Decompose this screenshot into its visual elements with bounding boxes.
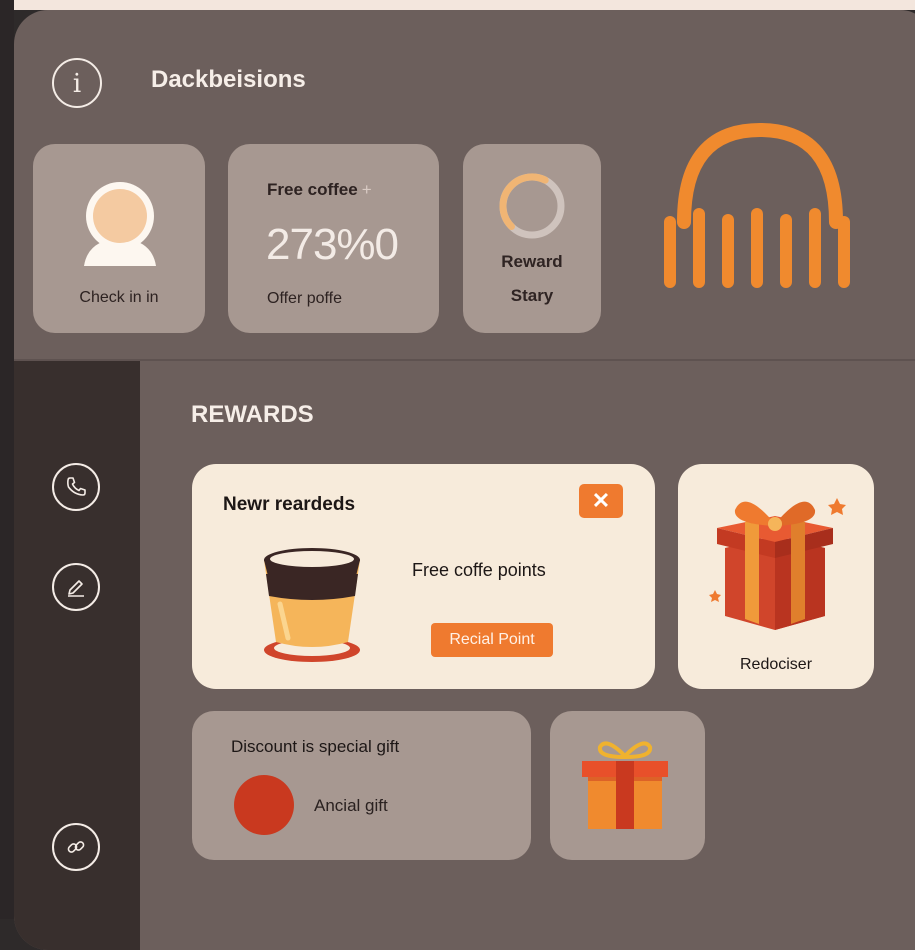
discount-title: Discount is special gift: [231, 737, 400, 756]
rewards-section-title: REWARDS: [191, 401, 314, 428]
page-title: Dackbeisions: [151, 66, 306, 93]
discount-card[interactable]: Discount is special gift Ancial gift: [192, 711, 531, 860]
reward-label-line2: Stary: [510, 286, 554, 305]
reward-progress-arc: [499, 173, 549, 231]
gift-box-icon: [709, 498, 846, 630]
section-divider: [14, 359, 915, 361]
coffee-cup-icon: [264, 548, 360, 662]
free-coffee-tile[interactable]: Free coffee + 273%0 Offer poffe: [228, 144, 439, 333]
user-avatar-icon: [82, 180, 158, 270]
gift-card[interactable]: Redociser: [678, 464, 874, 689]
reward-tile[interactable]: Reward Stary: [463, 144, 601, 333]
free-coffee-points-text: Free coffe points: [412, 560, 546, 580]
phone-icon[interactable]: [52, 463, 100, 511]
recial-point-button[interactable]: Recial Point: [431, 623, 553, 657]
new-rewards-card: Newr reardeds ✕ Free coffe points Recial…: [192, 464, 655, 689]
free-coffee-title-text: Free coffee: [267, 180, 358, 199]
check-in-label: Check in in: [79, 289, 159, 306]
free-coffee-value: 273%0: [266, 220, 399, 269]
new-rewards-title: Newr reardeds: [223, 494, 356, 515]
reward-label-line1: Reward: [501, 252, 563, 271]
small-gift-card[interactable]: [550, 711, 705, 860]
plus-icon: +: [361, 180, 372, 199]
discount-dot-icon: [234, 775, 294, 835]
gift-card-label: Redociser: [739, 656, 813, 673]
link-icon[interactable]: [52, 823, 100, 871]
edit-icon[interactable]: [52, 563, 100, 611]
free-coffee-subtitle: Offer poffe: [267, 290, 343, 307]
headphones-logo-icon: [664, 122, 850, 288]
reward-progress-ring: [499, 173, 565, 239]
app-panel: i Dackbeisions Check in in Free coffee + …: [14, 10, 915, 950]
close-button[interactable]: ✕: [579, 484, 623, 518]
top-strip: [0, 0, 915, 10]
small-gift-box-icon: [582, 741, 668, 829]
free-coffee-title: Free coffee +: [267, 180, 372, 200]
check-in-tile[interactable]: Check in in: [33, 144, 205, 333]
discount-label: Ancial gift: [314, 796, 388, 815]
left-edge: [0, 0, 14, 919]
info-icon[interactable]: i: [52, 58, 102, 108]
